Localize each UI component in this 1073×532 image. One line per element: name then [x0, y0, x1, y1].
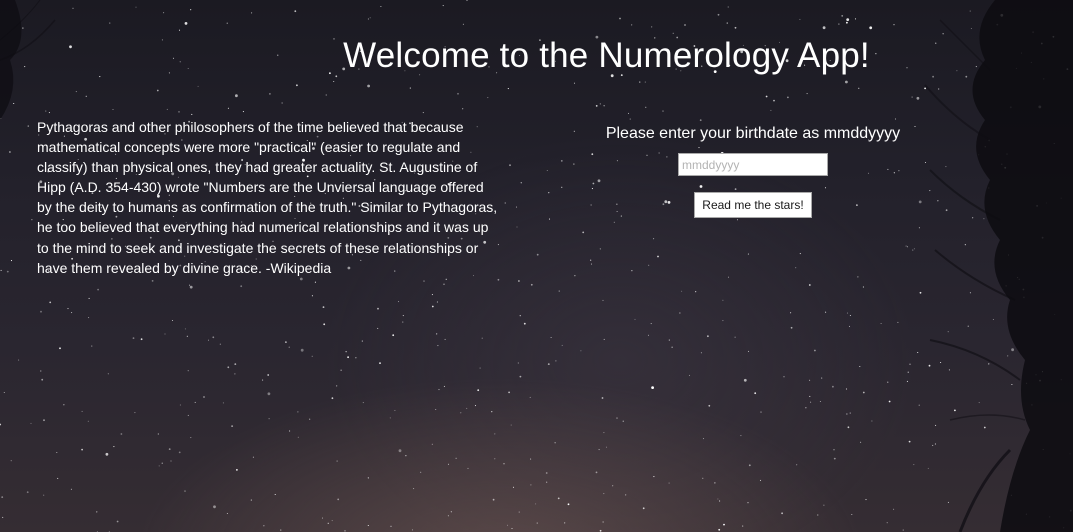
page-title: Welcome to the Numerology App! — [343, 36, 870, 75]
birthdate-input[interactable] — [678, 153, 828, 176]
birthdate-form: Please enter your birthdate as mmddyyyy … — [603, 124, 903, 218]
birthdate-prompt: Please enter your birthdate as mmddyyyy — [605, 125, 901, 142]
read-stars-button[interactable]: Read me the stars! — [694, 192, 812, 218]
intro-quote: Pythagoras and other philosophers of the… — [37, 119, 498, 276]
